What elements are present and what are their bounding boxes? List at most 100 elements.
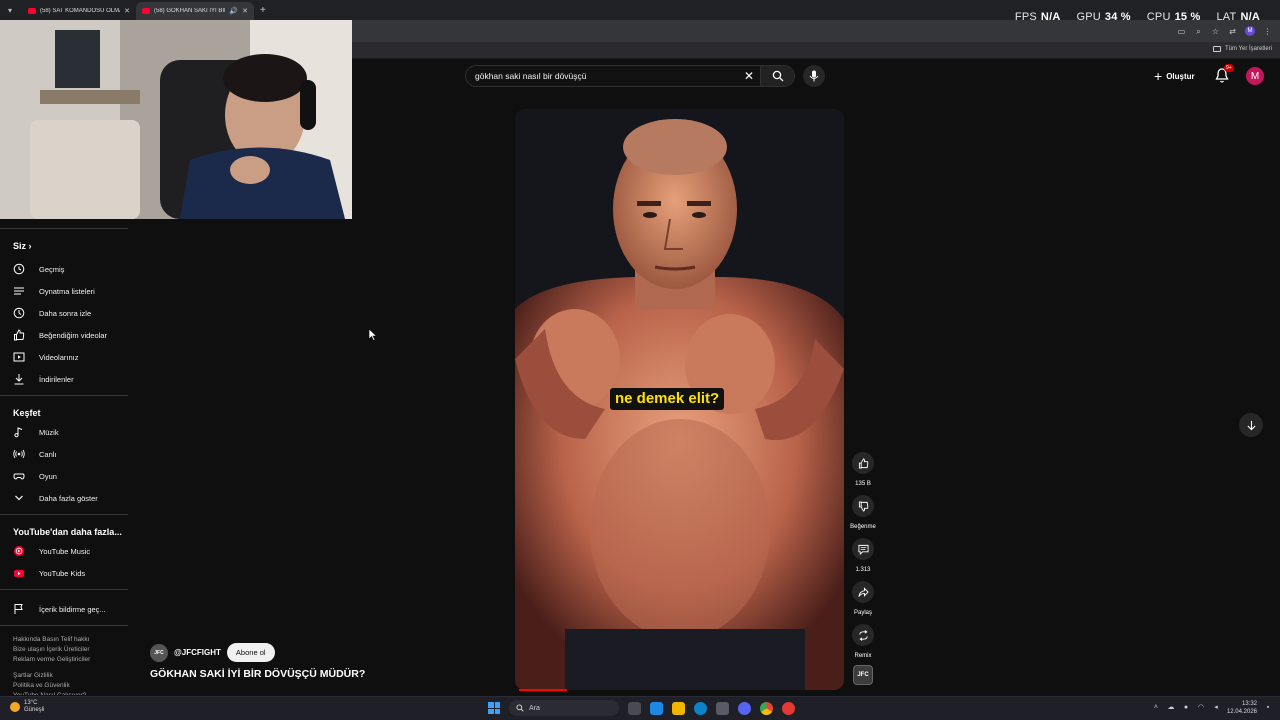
microphone-icon[interactable]: ● xyxy=(1182,704,1190,712)
account-avatar[interactable]: M xyxy=(1246,67,1264,85)
sidebar-item-report-history[interactable]: İçerik bildirme geç... xyxy=(0,599,128,619)
tab-search-icon[interactable]: ▾ xyxy=(4,4,16,16)
webcam-overlay xyxy=(0,20,352,219)
taskbar-search-placeholder: Ara xyxy=(529,704,540,712)
file-explorer-icon[interactable] xyxy=(672,701,685,715)
footer-line[interactable]: Şartlar Gizlilik xyxy=(13,671,90,681)
subscribe-button[interactable]: Abone ol xyxy=(226,643,275,662)
sidebar-item-liked-videos[interactable]: Beğendiğim videolar xyxy=(0,325,128,345)
footer-line[interactable]: Hakkında Basın Telif hakkı xyxy=(13,635,90,645)
notifications-icon[interactable]: ▪ xyxy=(1264,704,1272,712)
channel-thumbnail[interactable]: JFC xyxy=(853,665,873,685)
chrome-browser-icon[interactable] xyxy=(760,701,773,715)
sidebar-footer-links[interactable]: Hakkında Basın Telif hakkı Bize ulaşın İ… xyxy=(13,635,90,695)
create-button[interactable]: + Oluştur xyxy=(1154,66,1195,86)
bookmark-star-icon[interactable]: ☆ xyxy=(1211,27,1220,36)
sidebar-item-downloads[interactable]: İndirilenler xyxy=(0,369,128,389)
next-short-button[interactable] xyxy=(1239,413,1263,437)
you-section-title[interactable]: Siz › xyxy=(13,241,32,251)
tab-close-icon[interactable]: ✕ xyxy=(242,7,248,15)
gaming-icon xyxy=(13,473,25,480)
zoom-icon[interactable]: ⌕ xyxy=(1194,27,1203,36)
share-button[interactable] xyxy=(852,581,874,603)
volume-icon[interactable]: ◂ xyxy=(1212,704,1220,712)
sidebar-item-youtube-kids[interactable]: YouTube Kids xyxy=(0,563,128,583)
wifi-icon[interactable]: ◠ xyxy=(1197,704,1205,712)
search-button[interactable] xyxy=(760,66,794,86)
sidebar-item-playlists[interactable]: Oynatma listeleri xyxy=(0,281,128,301)
like-count: 135 B xyxy=(855,481,871,487)
share-icon xyxy=(857,586,869,597)
weather-widget[interactable]: 13°C Güneşli xyxy=(10,700,44,714)
sidebar-item-watch-later[interactable]: Daha sonra izle xyxy=(0,303,128,323)
tab-close-icon[interactable]: ✕ xyxy=(124,7,130,15)
footer-line[interactable]: Bize ulaşın İçerik Üreticiler xyxy=(13,645,90,655)
sidebar-item-live[interactable]: Canlı xyxy=(0,444,128,464)
sidebar-item-music[interactable]: Müzik xyxy=(0,422,128,442)
history-icon xyxy=(13,263,25,275)
cast-icon[interactable]: ▭ xyxy=(1177,27,1186,36)
browser-tab[interactable]: (58) SAT KOMANDOSU OLMAK ✕ xyxy=(22,2,136,20)
fps-stat: FPS N/A xyxy=(1014,11,1061,23)
show-hidden-icons-icon[interactable]: ˄ xyxy=(1152,704,1160,712)
menu-icon[interactable]: ⋮ xyxy=(1263,27,1272,36)
clock[interactable]: 13:32 12.04.2026 xyxy=(1227,700,1257,716)
tab-audio-icon[interactable]: 🔊 xyxy=(229,7,238,15)
chevron-down-icon xyxy=(15,495,23,501)
remix-icon xyxy=(858,629,868,641)
video-progress-bar[interactable] xyxy=(519,689,567,691)
taskbar-search[interactable]: Ara xyxy=(509,700,619,716)
screen: ▾ (58) SAT KOMANDOSU OLMAK ✕ (58) GÖKHAN… xyxy=(0,0,1280,720)
sidebar-item-gaming[interactable]: Oyun xyxy=(0,466,128,486)
all-bookmarks-label: Tüm Yer İşaretleri xyxy=(1224,46,1272,52)
tab-title: (58) GÖKHAN SAKİ İYİ BİR D xyxy=(154,8,225,14)
sidebar-item-label: İçerik bildirme geç... xyxy=(39,604,106,614)
dislike-button[interactable] xyxy=(852,495,874,517)
obs-icon[interactable] xyxy=(782,701,795,715)
browser-tab-active[interactable]: (58) GÖKHAN SAKİ İYİ BİR D 🔊 ✕ xyxy=(136,2,254,20)
store-icon[interactable] xyxy=(716,701,729,715)
search-box[interactable]: gökhan saki nasıl bir dövüşçü ✕ xyxy=(465,65,795,87)
windows-start-icon[interactable] xyxy=(488,702,500,714)
all-bookmarks-button[interactable]: Tüm Yer İşaretleri xyxy=(1212,46,1272,52)
clear-search-icon[interactable]: ✕ xyxy=(738,69,760,83)
voice-search-button[interactable] xyxy=(803,65,825,87)
discord-icon[interactable] xyxy=(738,701,751,715)
comments-button[interactable] xyxy=(852,538,874,560)
tab-title: (58) SAT KOMANDOSU OLMAK xyxy=(40,8,121,14)
new-tab-button[interactable]: + xyxy=(260,5,266,16)
sun-icon xyxy=(10,702,20,712)
sidebar-item-show-more[interactable]: Daha fazla göster xyxy=(0,488,128,508)
channel-avatar[interactable]: JFC xyxy=(150,643,168,662)
like-icon xyxy=(14,329,25,341)
search-input[interactable]: gökhan saki nasıl bir dövüşçü xyxy=(466,71,738,81)
sidebar-item-youtube-music[interactable]: YouTube Music xyxy=(0,541,128,561)
address-bar-actions: ▭ ⌕ ☆ ⇄ M ⋮ xyxy=(1177,26,1272,36)
comment-icon xyxy=(857,544,869,555)
mouse-cursor-icon xyxy=(369,329,377,341)
footer-line[interactable]: YouTube Nasıl Çalışıyor? xyxy=(13,691,90,695)
folder-icon xyxy=(1212,46,1221,52)
notification-badge: 9+ xyxy=(1224,64,1234,72)
weather-text: 13°C Güneşli xyxy=(24,700,44,714)
footer-line[interactable]: Politika ve Güvenlik xyxy=(13,681,90,691)
remix-button[interactable] xyxy=(852,624,874,646)
sidebar-divider xyxy=(0,514,128,515)
like-button[interactable] xyxy=(852,452,874,474)
profile-avatar[interactable]: M xyxy=(1245,26,1255,36)
sidebar-item-your-videos[interactable]: Videolarınız xyxy=(0,347,128,367)
sidebar-item-label: İndirilenler xyxy=(39,374,74,384)
flag-icon xyxy=(14,604,23,614)
edge-browser-icon[interactable] xyxy=(694,701,707,715)
cpu-stat: CPU 15 % xyxy=(1146,11,1201,23)
sidebar-item-history[interactable]: Geçmiş xyxy=(0,259,128,279)
channel-handle[interactable]: @JFCFIGHT xyxy=(174,648,221,657)
latency-stat: LAT N/A xyxy=(1216,11,1260,23)
extensions-icon[interactable]: ⇄ xyxy=(1228,27,1237,36)
system-tray: ˄ ☁ ● ◠ ◂ 13:32 12.04.2026 ▪ xyxy=(1152,700,1272,716)
footer-line[interactable]: Reklam verme Geliştiriciler xyxy=(13,655,90,665)
task-view-icon[interactable] xyxy=(628,701,641,715)
video-title[interactable]: GÖKHAN SAKİ İYİ BİR DÖVÜŞÇÜ MÜDÜR? xyxy=(150,668,365,680)
copilot-icon[interactable] xyxy=(650,701,663,715)
onedrive-icon[interactable]: ☁ xyxy=(1167,704,1175,712)
